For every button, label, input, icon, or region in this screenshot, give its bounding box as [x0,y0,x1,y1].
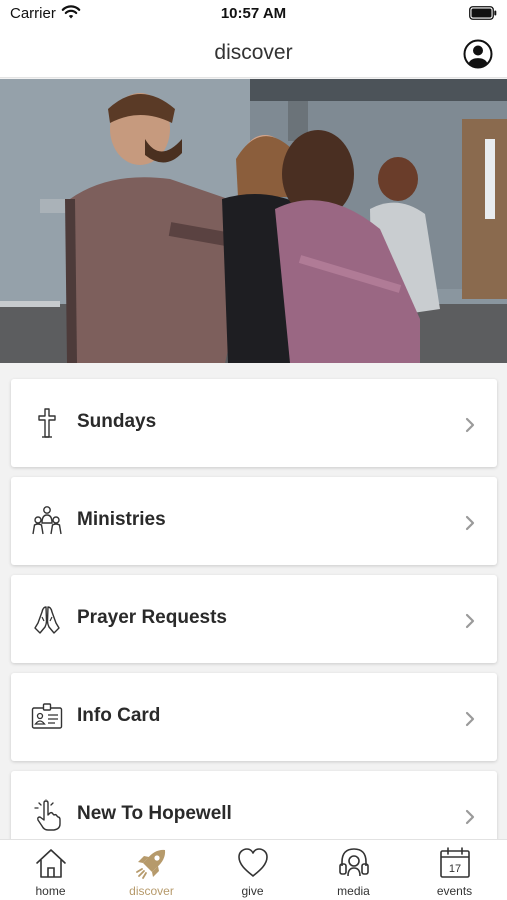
calendar-icon: 17 [440,847,470,878]
page-title: discover [214,41,293,64]
menu-item-prayer-requests[interactable]: Prayer Requests [11,575,497,663]
tab-media[interactable]: media [303,840,404,900]
battery-icon [469,6,497,20]
id-card-icon [31,703,63,729]
tab-label: events [436,884,473,898]
status-time: 10:57 AM [220,5,287,22]
rocket-icon [136,849,166,879]
tab-home[interactable]: home [0,840,101,900]
chevron-right-icon [465,613,475,629]
calendar-day: 17 [449,863,461,875]
cross-icon [38,408,56,438]
tab-give[interactable]: give [202,840,303,900]
tab-bar: home discover give media 17 events [0,839,507,900]
people-group-icon [32,506,62,535]
heart-icon [238,848,268,877]
menu-item-ministries[interactable]: Ministries [11,477,497,565]
tab-label: discover [129,884,174,898]
chevron-right-icon [465,515,475,531]
tab-discover[interactable]: discover [101,840,202,900]
menu-item-label: Ministries [77,509,166,530]
tab-label: media [337,884,370,898]
tab-label: home [35,884,66,898]
chevron-right-icon [465,809,475,825]
status-bar: Carrier 10:57 AM [0,0,507,30]
tap-hand-icon [34,799,61,831]
navigation-bar: discover [0,30,507,78]
headphones-icon [339,848,369,877]
menu-item-label: New To Hopewell [77,803,232,824]
home-icon [36,849,66,878]
chevron-right-icon [465,711,475,727]
menu-item-label: Sundays [77,411,157,432]
menu-item-label: Info Card [77,705,161,726]
chevron-right-icon [465,417,475,433]
hero-image [0,79,507,363]
tab-events[interactable]: 17 events [404,840,505,900]
menu-item-info-card[interactable]: Info Card [11,673,497,761]
praying-hands-icon [34,606,60,634]
menu-item-sundays[interactable]: Sundays [11,379,497,467]
tab-label: give [241,884,264,898]
user-circle-icon[interactable] [463,39,493,69]
menu-item-label: Prayer Requests [77,607,227,628]
